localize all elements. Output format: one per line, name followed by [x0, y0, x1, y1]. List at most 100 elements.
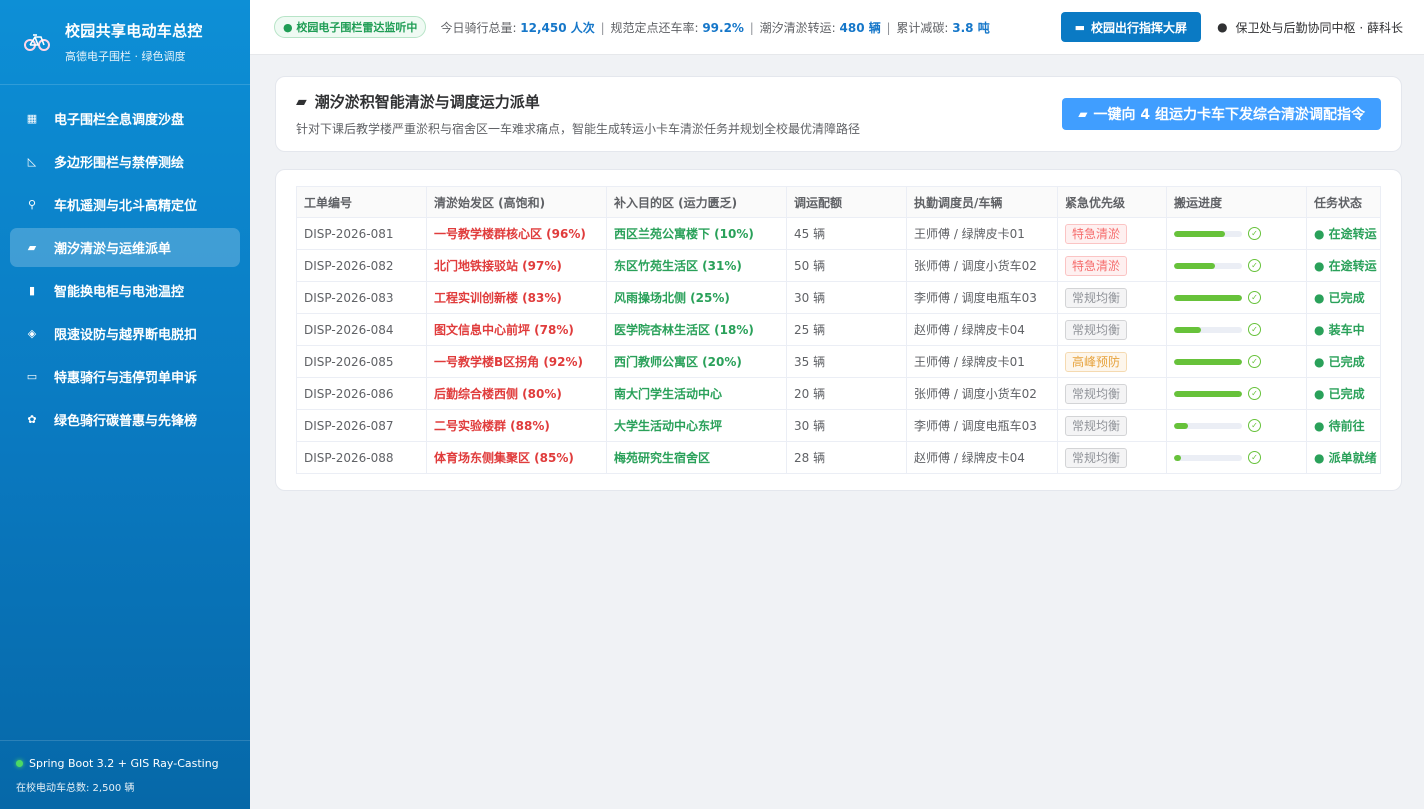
quota: 30 辆	[786, 409, 907, 442]
order-id: DISP-2026-081	[296, 217, 427, 250]
progress-cell: ✓	[1166, 217, 1307, 250]
source-zone: 北门地铁接驳站 (97%)	[426, 249, 607, 282]
task-status: ● 在途转运	[1306, 249, 1381, 282]
priority-cell: 特急清淤	[1057, 217, 1167, 250]
dispatch-table: 工单编号 清淤始发区 (高饱和) 补入目的区 (运力匮乏) 调运配额 执勤调度员/车辆紧…	[296, 186, 1381, 474]
task-status: ● 待前往	[1306, 409, 1381, 442]
progress-bar	[1174, 326, 1242, 333]
battery-icon: ▮	[28, 284, 36, 297]
page-title: 潮汐淤积智能清淤与调度运力派单	[314, 93, 540, 111]
page-subtitle: 针对下课后教学楼严重淤积与宿舍区一车难求痛点，智能生成转运小卡车清淤任务并规划全…	[296, 122, 861, 136]
progress-bar	[1174, 230, 1242, 237]
column-header: 调运配额	[786, 186, 907, 218]
sidebar-item[interactable]: ▦ 电子围栏全息调度沙盘	[10, 99, 240, 138]
stats-summary: 今日骑行总量: 12,450 人次 | 规范定点还车率: 99.2% | 潮汐清…	[440, 20, 990, 35]
stat-value: 3.8 吨	[952, 20, 990, 35]
priority-cell: 常规均衡	[1057, 377, 1167, 410]
table-row[interactable]: DISP-2026-086 后勤综合楼西侧 (80%) 南大门学生活动中心 20 辆张…	[296, 377, 1381, 410]
bicycle-icon	[24, 29, 50, 55]
task-status: ● 已完成	[1306, 377, 1381, 410]
table-row[interactable]: DISP-2026-084 图文信息中心前坪 (78%) 医学院杏林生活区 (18%…	[296, 313, 1381, 346]
brand: 校园共享电动车总控 高德电子围栏 · 绿色调度	[0, 0, 250, 85]
order-id: DISP-2026-084	[296, 313, 427, 346]
user-name: 保卫处与后勤协同中枢 · 薛科长	[1235, 20, 1403, 35]
user-info[interactable]: ● 保卫处与后勤协同中枢 · 薛科长	[1217, 19, 1403, 36]
quota: 20 辆	[786, 377, 907, 410]
priority-badge: 常规均衡	[1065, 287, 1128, 308]
sidebar-item[interactable]: ⚲ 车机遥测与北斗高精定位	[10, 185, 240, 224]
progress-cell: ✓	[1166, 313, 1307, 346]
source-zone: 一号教学楼B区拐角 (92%)	[426, 345, 607, 378]
dispatch-table-card: 工单编号 清淤始发区 (高饱和) 补入目的区 (运力匮乏) 调运配额 执勤调度员/车辆紧…	[275, 169, 1402, 491]
check-circle-icon: ✓	[1248, 291, 1261, 304]
priority-badge: 常规均衡	[1065, 415, 1128, 436]
progress-fill	[1174, 230, 1225, 237]
priority-badge: 高峰预防	[1065, 351, 1128, 372]
progress-cell: ✓	[1166, 249, 1307, 282]
quota: 45 辆	[786, 217, 907, 250]
destination-zone: 大学生活动中心东坪	[606, 409, 787, 442]
check-circle-icon: ✓	[1248, 419, 1261, 432]
progress-bar	[1174, 358, 1242, 365]
sidebar-item-label: 限速设防与越界断电脱扣	[54, 328, 198, 343]
tech-stack-label: Spring Boot 3.2 + GIS Ray-Casting	[29, 757, 219, 770]
dispatch-all-button[interactable]: ▰ 一键向 4 组运力卡车下发综合清淤调配指令	[1062, 98, 1381, 130]
progress-fill	[1174, 262, 1215, 269]
quota: 35 辆	[786, 345, 907, 378]
check-circle-icon: ✓	[1248, 451, 1261, 464]
column-header: 执勤调度员/车辆	[906, 186, 1058, 218]
truck-icon: ▰	[1078, 107, 1088, 121]
truck-icon: ▰	[296, 93, 307, 110]
scooter-icon: ⚲	[27, 198, 37, 211]
command-screen-button[interactable]: ▬ 校园出行指挥大屏	[1060, 12, 1202, 42]
table-row[interactable]: DISP-2026-085 一号教学楼B区拐角 (92%) 西门教师公寓区 (20%…	[296, 345, 1381, 378]
progress-bar	[1174, 262, 1242, 269]
monitor-icon: ▬	[1074, 20, 1086, 34]
priority-cell: 常规均衡	[1057, 281, 1167, 314]
sprout-icon: ✿	[27, 413, 37, 426]
sidebar-item[interactable]: ▮ 智能换电柜与电池温控	[10, 271, 240, 310]
sidebar-item[interactable]: ▭ 特惠骑行与违停罚单申诉	[10, 357, 240, 396]
sidebar-item-label: 车机遥测与北斗高精定位	[54, 199, 198, 214]
driver-vehicle: 王师傅 / 绿牌皮卡01	[906, 345, 1058, 378]
sidebar-item-label: 智能换电柜与电池温控	[54, 285, 185, 300]
stat-value: 480 辆	[839, 20, 881, 35]
sidebar-item-label: 潮汐清淤与运维派单	[54, 242, 172, 257]
table-row[interactable]: DISP-2026-088 体育场东侧集聚区 (85%) 梅苑研究生宿舍区 28 辆赵…	[296, 441, 1381, 474]
vehicle-count-label: 在校电动车总数: 2,500 辆	[16, 783, 135, 794]
column-header: 搬运进度	[1166, 186, 1307, 218]
priority-cell: 常规均衡	[1057, 313, 1167, 346]
priority-cell: 常规均衡	[1057, 441, 1167, 474]
stat-label: 累计减碳:	[896, 20, 953, 35]
stat-label: 潮汐清淤转运:	[759, 20, 840, 35]
sidebar-item[interactable]: ◈ 限速设防与越界断电脱扣	[10, 314, 240, 353]
destination-zone: 南大门学生活动中心	[606, 377, 787, 410]
progress-fill	[1174, 294, 1242, 301]
priority-badge: 常规均衡	[1065, 383, 1128, 404]
driver-vehicle: 赵师傅 / 绿牌皮卡04	[906, 313, 1058, 346]
driver-vehicle: 张师傅 / 调度小货车02	[906, 377, 1058, 410]
order-id: DISP-2026-083	[296, 281, 427, 314]
destination-zone: 西门教师公寓区 (20%)	[606, 345, 787, 378]
table-row[interactable]: DISP-2026-083 工程实训创新楼 (83%) 风雨操场北侧 (25%) 30…	[296, 281, 1381, 314]
table-row[interactable]: DISP-2026-082 北门地铁接驳站 (97%) 东区竹苑生活区 (31%) 5…	[296, 249, 1381, 282]
sidebar-item[interactable]: ▰ 潮汐清淤与运维派单	[10, 228, 240, 267]
stat-label: 规范定点还车率:	[610, 20, 703, 35]
driver-vehicle: 李师傅 / 调度电瓶车03	[906, 409, 1058, 442]
progress-bar	[1174, 422, 1242, 429]
column-header: 工单编号	[296, 186, 427, 218]
sidebar-item[interactable]: ◺ 多边形围栏与禁停测绘	[10, 142, 240, 181]
source-zone: 图文信息中心前坪 (78%)	[426, 313, 607, 346]
sidebar-item[interactable]: ✿ 绿色骑行碳普惠与先锋榜	[10, 400, 240, 439]
table-row[interactable]: DISP-2026-087 二号实验楼群 (88%) 大学生活动中心东坪 30 辆李师…	[296, 409, 1381, 442]
progress-cell: ✓	[1166, 345, 1307, 378]
content: ▰ 潮汐淤积智能清淤与调度运力派单 针对下课后教学楼严重淤积与宿舍区一车难求痛点，…	[250, 55, 1424, 491]
progress-bar	[1174, 390, 1242, 397]
dispatch-all-button-label: 一键向 4 组运力卡车下发综合清淤调配指令	[1093, 107, 1366, 123]
table-row[interactable]: DISP-2026-081 一号教学楼群核心区 (96%) 西区兰苑公寓楼下 (10…	[296, 217, 1381, 250]
order-id: DISP-2026-082	[296, 249, 427, 282]
progress-fill	[1174, 358, 1242, 365]
task-status: ● 已完成	[1306, 281, 1381, 314]
driver-vehicle: 王师傅 / 绿牌皮卡01	[906, 217, 1058, 250]
officer-icon: ●	[1217, 20, 1228, 34]
